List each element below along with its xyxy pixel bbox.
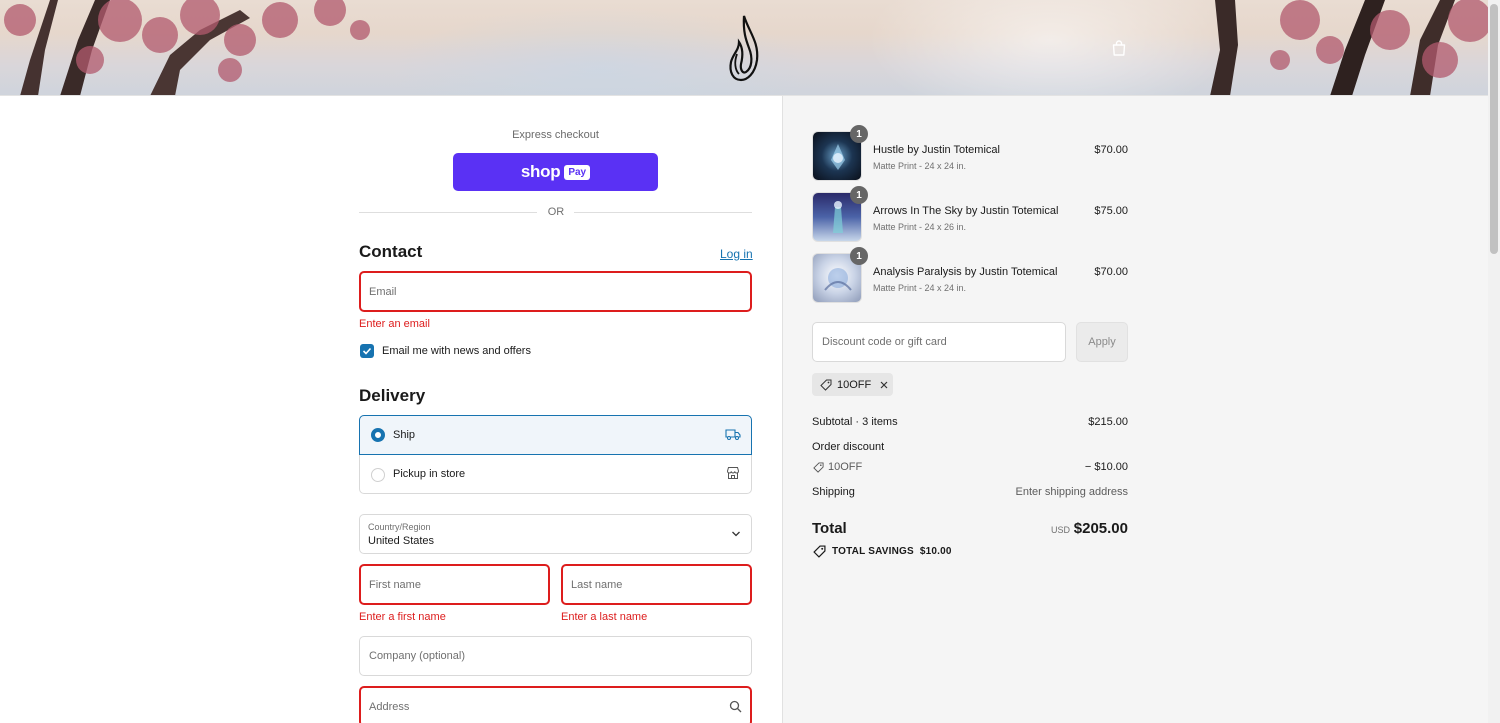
item-price: $70.00: [1094, 144, 1128, 156]
checkout-form: Express checkout shop Pay OR Contact Log…: [0, 96, 782, 723]
express-checkout-label: Express checkout: [512, 129, 599, 141]
login-link[interactable]: Log in: [720, 247, 753, 261]
discount-code-label: 10OFF: [828, 461, 863, 473]
shipping-label: Shipping: [812, 486, 855, 498]
last-name-field[interactable]: Last name: [561, 564, 752, 605]
quantity-badge: 1: [850, 186, 868, 204]
header-banner: [0, 0, 1500, 96]
quantity-badge: 1: [850, 247, 868, 265]
item-name: Analysis Paralysis by Justin Totemical: [873, 266, 1058, 278]
newsletter-checkbox[interactable]: [360, 344, 374, 358]
order-discount-label: Order discount: [812, 441, 885, 453]
or-divider-text: OR: [547, 206, 565, 218]
first-name-error: Enter a first name: [359, 611, 446, 623]
email-field[interactable]: Email: [359, 271, 752, 312]
contact-heading: Contact: [359, 242, 423, 261]
shop-pay-button[interactable]: shop Pay: [453, 153, 658, 191]
apply-discount-button[interactable]: Apply: [1076, 322, 1128, 362]
subtotal-value: $215.00: [1088, 416, 1128, 428]
subtotal-label: Subtotal · 3 items: [812, 416, 898, 428]
divider-right: [574, 212, 752, 213]
item-name: Arrows In The Sky by Justin Totemical: [873, 205, 1059, 217]
discount-code-input[interactable]: Discount code or gift card: [812, 322, 1066, 362]
quantity-badge: 1: [850, 125, 868, 143]
last-name-error: Enter a last name: [561, 611, 648, 623]
ship-label: Ship: [393, 429, 416, 441]
company-field[interactable]: Company (optional): [359, 636, 752, 676]
tag-icon: [820, 379, 832, 391]
chevron-down-icon: [732, 531, 740, 537]
store-icon: [726, 467, 740, 479]
tree-left-image: [4, 0, 370, 95]
tree-right-image: [1210, 0, 1492, 95]
savings-label: TOTAL SAVINGS: [832, 546, 914, 557]
remove-discount-icon[interactable]: [879, 380, 889, 390]
order-summary: [782, 96, 1488, 723]
ship-radio[interactable]: [371, 428, 385, 442]
total-label: Total: [812, 520, 847, 537]
discount-value: − $10.00: [1084, 461, 1128, 473]
delivery-heading: Delivery: [359, 386, 426, 405]
applied-code-text: 10OFF: [837, 378, 872, 391]
country-select[interactable]: [359, 514, 752, 554]
checkmark-icon: [362, 347, 372, 355]
savings-value: $10.00: [919, 546, 952, 557]
pickup-radio[interactable]: [371, 468, 385, 482]
shop-pay-wordmark: shop: [520, 162, 561, 181]
pickup-label: Pickup in store: [393, 468, 466, 480]
item-price: $70.00: [1094, 266, 1128, 278]
country-value: United States: [368, 535, 435, 547]
scrollbar-thumb[interactable]: [1490, 4, 1498, 254]
newsletter-label: Email me with news and offers: [382, 345, 531, 357]
shopping-bag-icon[interactable]: [1110, 39, 1128, 57]
truck-icon: [725, 429, 741, 440]
search-icon: [729, 700, 742, 713]
email-error: Enter an email: [359, 318, 430, 330]
ship-option[interactable]: [359, 415, 752, 455]
shipping-value: Enter shipping address: [1015, 486, 1128, 498]
item-variant: Matte Print - 24 x 26 in.: [873, 222, 967, 232]
tag-icon: [813, 462, 824, 473]
first-name-field[interactable]: First name: [359, 564, 550, 605]
country-label: Country/Region: [368, 522, 431, 532]
shop-pay-badge: Pay: [564, 164, 591, 180]
address-field[interactable]: Address: [359, 686, 752, 723]
applied-discount-tag: 10OFF: [812, 373, 893, 396]
item-variant: Matte Print - 24 x 24 in.: [873, 161, 967, 171]
item-variant: Matte Print - 24 x 24 in.: [873, 283, 967, 293]
divider-left: [359, 212, 537, 213]
item-name: Hustle by Justin Totemical: [873, 144, 1000, 156]
item-price: $75.00: [1094, 205, 1128, 217]
total-value: $205.00: [1073, 520, 1128, 537]
flame-logo[interactable]: [725, 14, 763, 82]
total-savings: TOTAL SAVINGS $10.00: [813, 545, 952, 558]
tag-icon: [813, 545, 826, 558]
